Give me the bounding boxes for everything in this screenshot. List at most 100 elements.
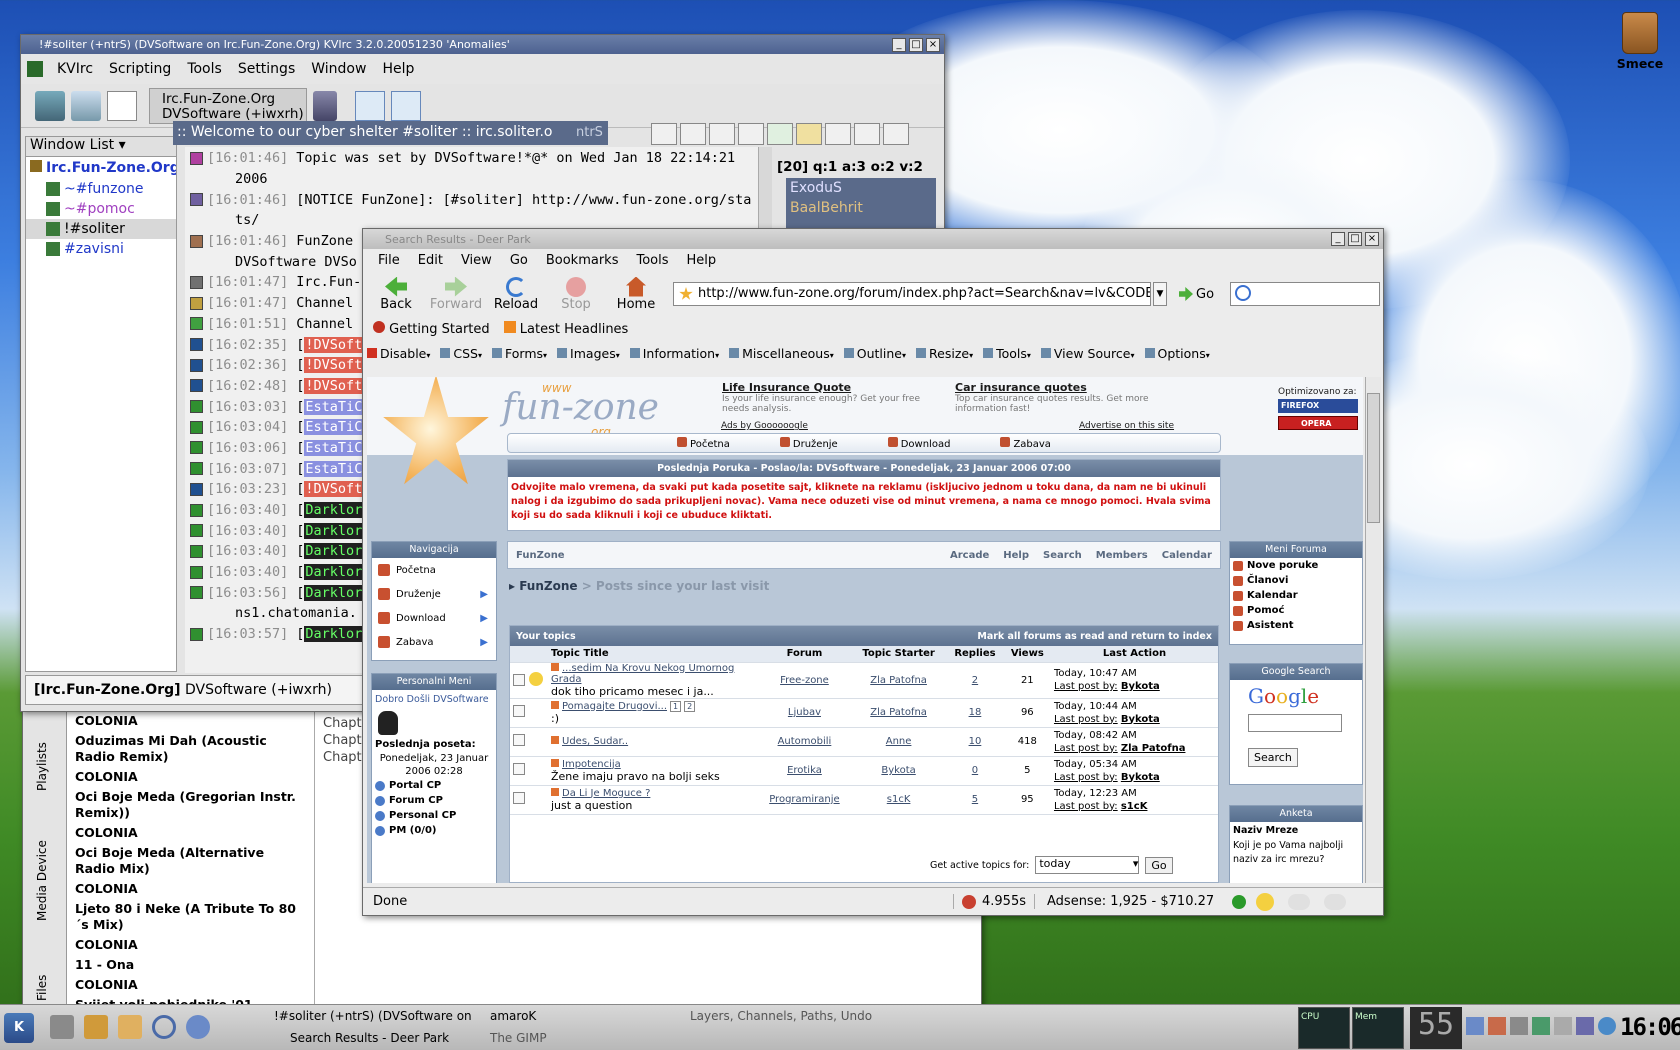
topic-bar[interactable]: :: Welcome to our cyber shelter #soliter… xyxy=(173,121,608,145)
go-button[interactable]: Go xyxy=(1179,287,1214,302)
menu-file[interactable]: File xyxy=(369,253,409,268)
network-icon[interactable] xyxy=(313,90,337,121)
webdev-css[interactable]: CSS▾ xyxy=(440,346,482,361)
tray-icon[interactable] xyxy=(1466,1017,1484,1035)
tab-playlists[interactable]: Playlists xyxy=(35,742,49,791)
tray-icon[interactable] xyxy=(1532,1017,1550,1035)
nick[interactable]: !DVSoft xyxy=(304,377,364,394)
server-box[interactable]: Irc.Fun-Zone.Org DVSoftware (+iwxrh) xyxy=(149,87,307,124)
user-item[interactable]: BaalBehrit xyxy=(786,198,936,218)
kde-menu-button[interactable]: K xyxy=(4,1013,34,1043)
trash-desktop-icon[interactable]: Smece xyxy=(1610,12,1670,71)
webdev-options[interactable]: Options▾ xyxy=(1144,346,1210,361)
topic-replies[interactable]: 0 xyxy=(946,756,1004,786)
nick[interactable]: EstaTiC xyxy=(304,419,364,436)
menu-settings[interactable]: Settings xyxy=(230,61,303,77)
webdev-resize[interactable]: Resize▾ xyxy=(916,346,973,361)
tray-icon[interactable] xyxy=(1554,1017,1572,1035)
webdev-view-source[interactable]: View Source▾ xyxy=(1040,346,1135,361)
minimize-button[interactable]: _ xyxy=(1331,232,1345,246)
page-scrollbar-thumb[interactable] xyxy=(1367,393,1380,523)
channel-tool-icon[interactable] xyxy=(796,123,822,145)
ad-2[interactable]: Car insurance quotes Top car insurance q… xyxy=(955,381,1170,414)
menu-kvirc[interactable]: KVIrc xyxy=(49,61,101,77)
topic-starter[interactable]: Zla Patofna xyxy=(850,662,947,699)
forum-menu-item[interactable]: Nove poruke xyxy=(1230,558,1362,573)
topic-title[interactable]: Pomagajte Drugovi... 1 2 xyxy=(551,700,755,712)
table-row[interactable]: ...sedim Na Krovu Nekog Umornog Grada dok… xyxy=(510,662,1218,699)
menu-edit[interactable]: Edit xyxy=(409,253,452,268)
launcher-icon[interactable] xyxy=(118,1015,142,1039)
tab-files[interactable]: Files xyxy=(35,975,49,1001)
ads-by-link[interactable]: Ads by Goooooogle xyxy=(721,421,808,431)
url-dropdown-icon[interactable]: ▼ xyxy=(1153,282,1167,306)
nick[interactable]: !DVSoft xyxy=(304,481,364,498)
back-button[interactable]: Back xyxy=(367,276,425,312)
connect-icon[interactable] xyxy=(35,90,65,121)
kvirc-titlebar[interactable]: !#soliter (+ntrS) (DVSoftware on Irc.Fun… xyxy=(21,35,944,54)
topic-starter[interactable]: Anne xyxy=(850,727,947,757)
home-button[interactable]: Home xyxy=(607,276,665,312)
nick[interactable]: Darklor xyxy=(304,626,364,643)
nick[interactable]: !DVSoft xyxy=(304,357,364,374)
cp-item[interactable]: Forum CP xyxy=(372,793,496,808)
menu-view[interactable]: View xyxy=(452,253,501,268)
webdev-disable[interactable]: Disable▾ xyxy=(367,346,430,361)
board-link[interactable]: Help xyxy=(1003,550,1029,561)
page-link[interactable]: 1 xyxy=(670,700,682,712)
nick[interactable]: EstaTiC xyxy=(304,398,364,415)
playlist-item[interactable]: Oduzimas Mi Dah (Acoustic Radio Remix) xyxy=(69,731,314,767)
playlist-item[interactable]: COLONIA xyxy=(69,767,314,787)
bookmark-latest-headlines[interactable]: Latest Headlines xyxy=(503,321,628,337)
maximize-button[interactable]: □ xyxy=(1348,232,1362,246)
table-row[interactable]: Impotencija Žene imaju pravo na bolji sek… xyxy=(510,756,1218,786)
page-scrollbar[interactable] xyxy=(1365,377,1381,883)
forward-button[interactable]: Forward xyxy=(427,276,485,312)
url-bar[interactable]: http://www.fun-zone.org/forum/index.php?… xyxy=(673,282,1151,306)
cp-item[interactable]: Portal CP xyxy=(372,778,496,793)
playlist-item[interactable]: COLONIA xyxy=(69,975,314,995)
channel-tool-icon[interactable] xyxy=(738,123,764,145)
board-name[interactable]: FunZone xyxy=(516,550,565,561)
board-link[interactable]: Members xyxy=(1096,550,1148,561)
task-gimp[interactable]: The GIMP xyxy=(490,1031,547,1045)
channel-tool-icon[interactable] xyxy=(825,123,851,145)
topic-forum[interactable]: Ljubav xyxy=(758,698,851,728)
tray-icon[interactable] xyxy=(1488,1017,1506,1035)
topic-starter[interactable]: Zla Patofna xyxy=(850,698,947,728)
topic-forum[interactable]: Free-zone xyxy=(758,662,851,699)
select-checkbox[interactable] xyxy=(513,792,525,804)
opera-badge[interactable]: OPERA xyxy=(1278,416,1358,430)
table-row[interactable]: Da Li Je Moguce ? just a question Programi… xyxy=(510,785,1218,815)
nick[interactable]: Darklor xyxy=(304,564,364,581)
topic-replies[interactable]: 10 xyxy=(946,727,1004,757)
table-row[interactable]: Pomagajte Drugovi... 1 2:) Ljubav Zla Patofn… xyxy=(510,698,1218,728)
tree-channel[interactable]: !#soliter xyxy=(26,219,176,239)
menu-scripting[interactable]: Scripting xyxy=(101,61,179,77)
lock-icon[interactable] xyxy=(854,123,880,145)
task-browser[interactable]: Search Results - Deer Park xyxy=(290,1031,449,1045)
forum-menu-item[interactable]: Članovi xyxy=(1230,573,1362,588)
chart-icon[interactable] xyxy=(883,123,909,145)
close-button[interactable]: × xyxy=(1365,232,1379,246)
webdev-outline[interactable]: Outline▾ xyxy=(843,346,906,361)
clock[interactable]: 16:06 xyxy=(1620,1013,1680,1041)
webdev-images[interactable]: Images▾ xyxy=(557,346,620,361)
cp-item[interactable]: PM (0/0) xyxy=(372,823,496,838)
google-input[interactable] xyxy=(1248,714,1342,732)
chapter-item[interactable]: Chapt xyxy=(323,716,362,733)
topnav-item[interactable]: Zabava xyxy=(1000,436,1051,450)
menu-help[interactable]: Help xyxy=(374,61,422,77)
topic-forum[interactable]: Programiranje xyxy=(758,785,851,815)
menu-bookmarks[interactable]: Bookmarks xyxy=(537,253,628,268)
tab-media-device[interactable]: Media Device xyxy=(35,840,49,921)
topic-title[interactable]: Da Li Je Moguce ? xyxy=(551,787,755,799)
task-amarok[interactable]: amaroK xyxy=(490,1009,536,1023)
mark-read-link[interactable]: Mark all forums as read and return to in… xyxy=(977,631,1212,642)
topic-replies[interactable]: 18 xyxy=(946,698,1004,728)
playlist-item[interactable]: COLONIA xyxy=(69,711,314,731)
topic-title[interactable]: ...sedim Na Krovu Nekog Umornog Grada xyxy=(551,662,755,685)
ad-2-title[interactable]: Car insurance quotes xyxy=(955,381,1170,394)
tree-server[interactable]: Irc.Fun-Zone.Org xyxy=(26,157,176,179)
minimize-button[interactable]: _ xyxy=(892,37,906,52)
